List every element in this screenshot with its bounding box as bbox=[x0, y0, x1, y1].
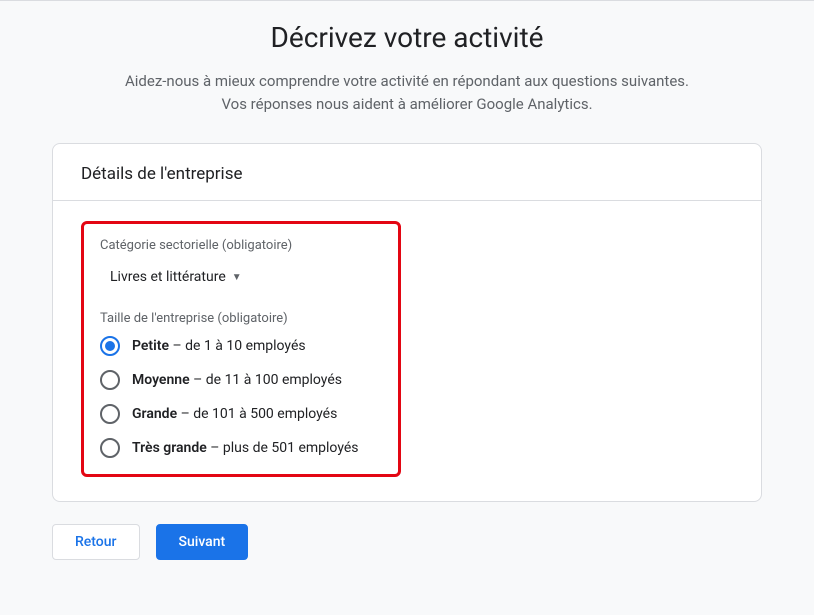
radio-label: Très grande – plus de 501 employés bbox=[132, 440, 359, 456]
size-label: Taille de l'entreprise (obligatoire) bbox=[100, 311, 382, 326]
radio-label: Grande – de 101 à 500 employés bbox=[132, 406, 337, 422]
subtitle-line-1: Aidez-nous à mieux comprendre votre acti… bbox=[125, 72, 689, 90]
size-option-petite[interactable]: Petite – de 1 à 10 employés bbox=[100, 336, 382, 356]
page-subtitle: Aidez-nous à mieux comprendre votre acti… bbox=[52, 70, 762, 115]
highlight-box: Catégorie sectorielle (obligatoire) Livr… bbox=[81, 221, 401, 477]
category-label: Catégorie sectorielle (obligatoire) bbox=[100, 238, 382, 253]
radio-label: Moyenne – de 11 à 100 employés bbox=[132, 372, 342, 388]
back-button[interactable]: Retour bbox=[52, 524, 140, 560]
size-option-moyenne[interactable]: Moyenne – de 11 à 100 employés bbox=[100, 370, 382, 390]
size-radio-group: Petite – de 1 à 10 employés Moyenne – de… bbox=[100, 336, 382, 458]
size-option-tres-grande[interactable]: Très grande – plus de 501 employés bbox=[100, 438, 382, 458]
subtitle-line-2: Vos réponses nous aident à améliorer Goo… bbox=[221, 95, 592, 113]
radio-label: Petite – de 1 à 10 employés bbox=[132, 338, 306, 354]
dropdown-arrow-icon: ▼ bbox=[232, 272, 242, 283]
radio-icon bbox=[100, 336, 120, 356]
size-option-grande[interactable]: Grande – de 101 à 500 employés bbox=[100, 404, 382, 424]
radio-icon bbox=[100, 438, 120, 458]
button-row: Retour Suivant bbox=[52, 524, 762, 560]
card-header: Détails de l'entreprise bbox=[53, 144, 761, 201]
next-button[interactable]: Suivant bbox=[156, 524, 249, 560]
radio-icon bbox=[100, 370, 120, 390]
category-dropdown[interactable]: Livres et littérature ▼ bbox=[102, 263, 250, 291]
radio-icon bbox=[100, 404, 120, 424]
category-selected-value: Livres et littérature bbox=[110, 269, 226, 285]
business-details-card: Détails de l'entreprise Catégorie sector… bbox=[52, 143, 762, 502]
page-title: Décrivez votre activité bbox=[52, 21, 762, 54]
